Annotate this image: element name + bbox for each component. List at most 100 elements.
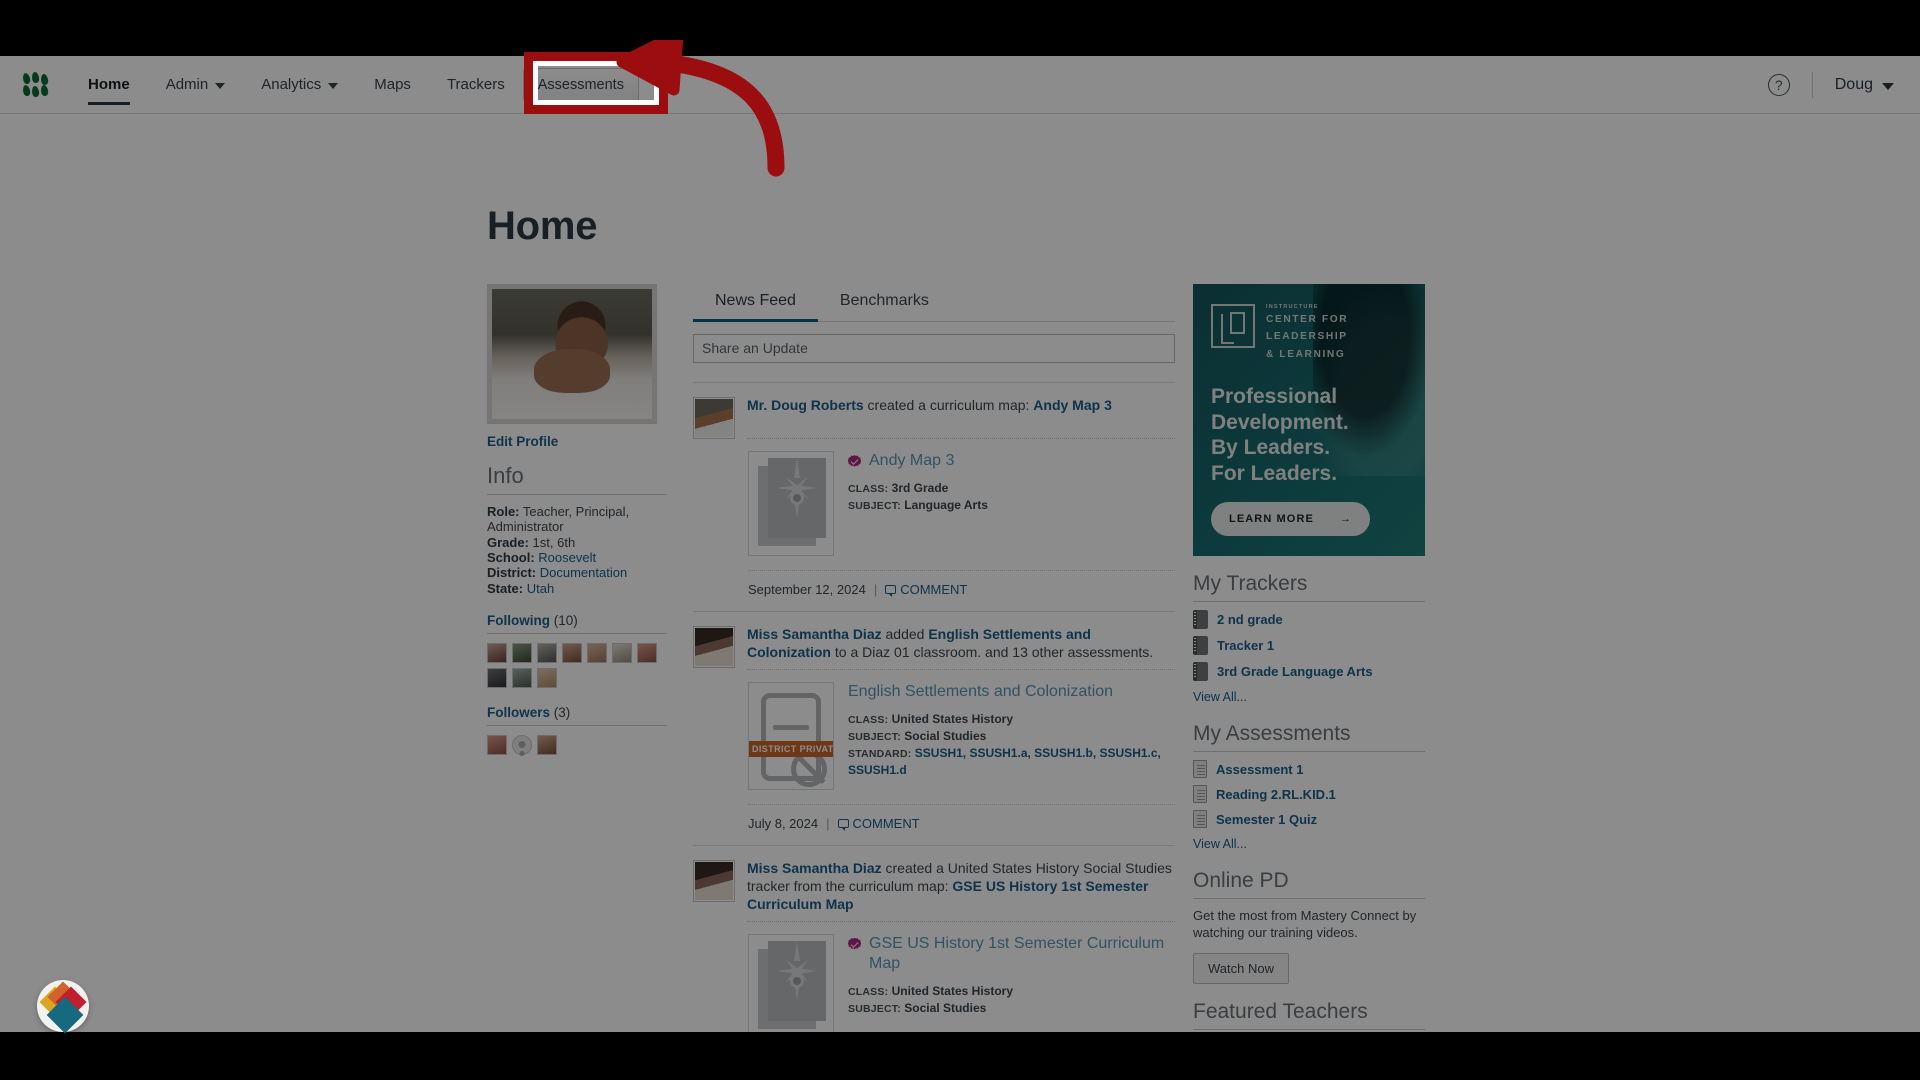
profile-sidebar: Edit Profile Info Role: Teacher, Princip…: [487, 284, 667, 1032]
feed-author-link[interactable]: Mr. Doug Roberts: [747, 397, 864, 413]
avatar[interactable]: [512, 667, 532, 688]
nav-item-admin[interactable]: Admin: [148, 56, 244, 114]
comment-button[interactable]: COMMENT: [885, 582, 967, 597]
nav-label-assessments: Assessments: [537, 76, 624, 93]
profile-avatar[interactable]: [487, 284, 657, 424]
info-value-state[interactable]: Utah: [527, 581, 554, 596]
meta-row-subject: SUBJECT: Language Arts: [848, 497, 1175, 514]
nav-item-assessments[interactable]: Assessments: [522, 67, 639, 102]
feed-post: Miss Samantha Diaz added English Settlem…: [693, 611, 1175, 831]
feed-card-meta: English Settlements and Colonization CLA…: [848, 682, 1175, 790]
promo-banner[interactable]: INSTRUCTURE CENTER FOR LEADERSHIP & LEAR…: [1193, 284, 1425, 556]
avatar[interactable]: [487, 667, 507, 688]
feed-card-title-text: GSE US History 1st Semester Curriculum M…: [869, 934, 1165, 972]
tracker-link[interactable]: 2 nd grade: [1217, 612, 1283, 627]
avatar-placeholder-icon[interactable]: [512, 734, 532, 755]
avatar[interactable]: [693, 626, 735, 668]
nav-item-trackers[interactable]: Trackers: [429, 56, 523, 114]
avatar[interactable]: [487, 642, 507, 663]
nav-item-home[interactable]: Home: [70, 56, 148, 114]
assessment-link[interactable]: Reading 2.RL.KID.1: [1216, 787, 1336, 802]
trackers-view-all-link[interactable]: View All...: [1193, 690, 1247, 704]
help-glyph: ?: [1774, 76, 1783, 93]
feed-card-title[interactable]: GSE US History 1st Semester Curriculum M…: [848, 934, 1175, 974]
avatar[interactable]: [693, 397, 735, 439]
feed-card-meta: GSE US History 1st Semester Curriculum M…: [848, 934, 1175, 1032]
list-item[interactable]: Assessment 1: [1193, 760, 1425, 778]
avatar[interactable]: [512, 642, 532, 663]
info-key-grade: Grade:: [487, 534, 529, 550]
nav-item-items[interactable]: It: [639, 56, 683, 114]
edit-profile-link[interactable]: Edit Profile: [487, 434, 667, 449]
promo-brand-line2: LEADERSHIP: [1266, 331, 1348, 343]
info-value-school[interactable]: Roosevelt: [538, 550, 596, 565]
avatar[interactable]: [562, 642, 582, 663]
my-trackers-list: 2 nd grade Tracker 1 3rd Grade Language …: [1193, 610, 1425, 706]
curriculum-map-thumbnail-icon[interactable]: [748, 451, 834, 556]
meta-value-class: 3rd Grade: [891, 481, 949, 495]
tracker-link[interactable]: Tracker 1: [1217, 638, 1274, 653]
user-menu[interactable]: Doug: [1835, 76, 1894, 94]
feed-post-header: Miss Samantha Diaz added English Settlem…: [693, 626, 1175, 670]
feed-author-link[interactable]: Miss Samantha Diaz: [747, 626, 882, 642]
assessment-link[interactable]: Assessment 1: [1216, 762, 1303, 777]
tracker-icon: [1193, 662, 1208, 681]
feed-card-title[interactable]: Andy Map 3: [848, 451, 1175, 471]
nav-label-items: It: [656, 76, 666, 93]
tab-benchmarks-label: Benchmarks: [839, 292, 929, 309]
my-trackers-heading: My Trackers: [1193, 572, 1425, 602]
followers-header[interactable]: Followers (3): [487, 705, 667, 726]
learn-more-button[interactable]: LEARN MORE →: [1211, 502, 1371, 537]
status-badge: DISTRICT PRIVATE: [749, 740, 833, 757]
help-icon[interactable]: ?: [1767, 73, 1790, 96]
my-assessments-heading: My Assessments: [1193, 722, 1425, 752]
avatar[interactable]: [487, 734, 507, 755]
meta-value-subject: Social Studies: [904, 728, 987, 743]
info-list: Role: Teacher, Principal, Administrator …: [487, 504, 667, 596]
avatar[interactable]: [537, 642, 557, 663]
tab-benchmarks[interactable]: Benchmarks: [818, 284, 951, 321]
list-item[interactable]: Reading 2.RL.KID.1: [1193, 785, 1425, 803]
tab-news-feed[interactable]: News Feed: [693, 284, 818, 322]
list-item[interactable]: 2 nd grade: [1193, 610, 1425, 629]
assessments-view-all-link[interactable]: View All...: [1193, 837, 1247, 851]
info-row-role: Role: Teacher, Principal, Administrator: [487, 504, 667, 535]
info-value-district[interactable]: Documentation: [540, 565, 627, 580]
nav-right-group: ? Doug: [1767, 56, 1920, 114]
curriculum-map-thumbnail-icon[interactable]: [748, 933, 834, 1032]
tracker-link[interactable]: 3rd Grade Language Arts: [1217, 664, 1373, 679]
assessment-thumbnail-icon[interactable]: DISTRICT PRIVATE: [748, 681, 834, 790]
feed-action-text: added: [881, 626, 929, 642]
avatar[interactable]: [537, 667, 557, 688]
tab-news-feed-label: News Feed: [715, 292, 796, 309]
following-header[interactable]: Following (10): [487, 613, 667, 634]
meta-key-class: CLASS:: [848, 483, 889, 495]
nav-item-maps[interactable]: Maps: [356, 56, 429, 114]
comment-button[interactable]: COMMENT: [837, 816, 920, 831]
meta-value-class: United States History: [891, 983, 1013, 998]
online-pd-heading: Online PD: [1193, 869, 1425, 899]
feed-object-link[interactable]: Andy Map 3: [1033, 397, 1112, 413]
nav-label-trackers: Trackers: [446, 76, 505, 93]
nav-item-analytics[interactable]: Analytics: [243, 56, 356, 114]
avatar[interactable]: [612, 642, 632, 663]
avatar[interactable]: [587, 642, 607, 663]
share-update-input[interactable]: [693, 334, 1175, 363]
avatar[interactable]: [637, 642, 657, 663]
avatar[interactable]: [693, 859, 735, 902]
list-item[interactable]: Tracker 1: [1193, 636, 1425, 655]
avatar[interactable]: [537, 734, 557, 755]
list-item[interactable]: Semester 1 Quiz: [1193, 810, 1425, 828]
feed-author-link[interactable]: Miss Samantha Diaz: [747, 860, 882, 876]
assessment-link[interactable]: Semester 1 Quiz: [1216, 812, 1317, 827]
arrow-right-icon: →: [1339, 513, 1353, 526]
tracker-icon: [1193, 610, 1208, 629]
watch-now-button[interactable]: Watch Now: [1193, 952, 1289, 984]
mastery-connect-logo-icon[interactable]: [21, 71, 52, 98]
chevron-down-icon: [328, 82, 339, 89]
right-sidebar: INSTRUCTURE CENTER FOR LEADERSHIP & LEAR…: [1193, 284, 1425, 1032]
help-widget-button[interactable]: [37, 980, 89, 1034]
list-item[interactable]: 3rd Grade Language Arts: [1193, 662, 1425, 681]
featured-teachers-heading: Featured Teachers: [1193, 1000, 1425, 1030]
feed-card-title[interactable]: English Settlements and Colonization: [848, 682, 1175, 702]
